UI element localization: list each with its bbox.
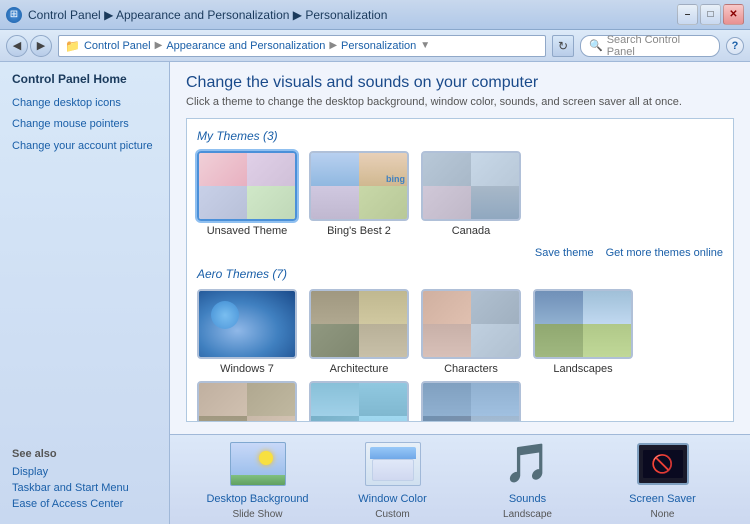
sidebar-account-picture[interactable]: Change your account picture [12, 139, 157, 154]
sidebar-mouse-pointers[interactable]: Change mouse pointers [12, 117, 157, 132]
content-area: Change the visuals and sounds on your co… [170, 62, 750, 524]
theme-thumb-canada[interactable] [421, 151, 521, 221]
bottom-sub-ss: None [651, 509, 675, 520]
sidebar-ease[interactable]: Ease of Access Center [12, 498, 157, 510]
search-icon: 🔍 [589, 39, 603, 52]
sounds-icon: 🎵 [498, 439, 558, 489]
no-circle-icon: 🚫 [651, 454, 673, 475]
theme-bings[interactable]: bing Bing's Best 2 [309, 151, 409, 237]
search-box[interactable]: 🔍 Search Control Panel [580, 35, 720, 57]
save-row: Save theme Get more themes online [197, 243, 723, 267]
theme-canada[interactable]: Canada [421, 151, 521, 237]
see-also-label: See also [12, 448, 157, 460]
theme-land[interactable]: Landscapes [533, 289, 633, 375]
themes-scroll-area: My Themes (3) Unsaved [186, 118, 734, 422]
refresh-button[interactable]: ↻ [552, 35, 574, 57]
help-button[interactable]: ? [726, 37, 744, 55]
themes-inner: My Themes (3) Unsaved [187, 119, 733, 421]
arrow1: ▶ [104, 8, 116, 22]
theme-thumb-chars[interactable] [421, 289, 521, 359]
get-more-link[interactable]: Get more themes online [606, 247, 723, 259]
bottom-label-wc[interactable]: Window Color [358, 493, 426, 505]
breadcrumb-ap: Appearance and Personalization [116, 8, 289, 22]
bottom-label-sounds[interactable]: Sounds [509, 493, 546, 505]
theme-label-bings: Bing's Best 2 [327, 225, 391, 237]
title-bar: ⊞ Control Panel ▶ Appearance and Persona… [0, 0, 750, 30]
theme-row2b[interactable] [309, 381, 409, 421]
theme-thumb-land[interactable] [533, 289, 633, 359]
window-icon: ⊞ [6, 7, 22, 23]
theme-arch[interactable]: Architecture [309, 289, 409, 375]
bottom-desktop-bg[interactable]: Desktop Background Slide Show [203, 439, 313, 520]
bottom-screen-saver[interactable]: 🚫 Screen Saver None [608, 439, 718, 520]
theme-thumb-row2c[interactable] [421, 381, 521, 421]
bottom-bar: Desktop Background Slide Show Window Col… [170, 434, 750, 524]
close-button[interactable]: ✕ [723, 4, 744, 25]
desktop-background-icon [228, 439, 288, 489]
theme-label-unsaved: Unsaved Theme [207, 225, 288, 237]
theme-label-land: Landscapes [553, 363, 612, 375]
theme-label-canada: Canada [452, 225, 491, 237]
theme-thumb-bings[interactable]: bing [309, 151, 409, 221]
title-bar-left: ⊞ Control Panel ▶ Appearance and Persona… [6, 7, 387, 23]
bottom-sounds[interactable]: 🎵 Sounds Landscape [473, 439, 583, 520]
main-layout: Control Panel Home Change desktop icons … [0, 62, 750, 524]
theme-thumb-unsaved[interactable] [197, 151, 297, 221]
content: Change the visuals and sounds on your co… [170, 62, 750, 434]
arrow2: ▶ [293, 8, 306, 22]
bottom-label-ss[interactable]: Screen Saver [629, 493, 696, 505]
window-color-icon [363, 439, 423, 489]
theme-thumb-win7[interactable] [197, 289, 297, 359]
theme-row2a[interactable] [197, 381, 297, 421]
breadcrumb-cp: Control Panel [28, 8, 101, 22]
address-cp[interactable]: Control Panel [84, 40, 151, 52]
address-box[interactable]: 📁 Control Panel ▶ Appearance and Persona… [58, 35, 546, 57]
address-pers[interactable]: Personalization [341, 40, 416, 52]
theme-thumb-row2a[interactable] [197, 381, 297, 421]
sidebar-home[interactable]: Control Panel Home [12, 72, 157, 86]
sidebar-desktop-icons[interactable]: Change desktop icons [12, 96, 157, 111]
title-text: Control Panel ▶ Appearance and Personali… [28, 8, 387, 22]
theme-thumb-row2b[interactable] [309, 381, 409, 421]
bottom-sub-wc: Custom [375, 509, 409, 520]
nav-buttons: ◀ ▶ [6, 35, 52, 57]
maximize-button[interactable]: □ [700, 4, 721, 25]
theme-label-win7: Windows 7 [220, 363, 274, 375]
sidebar-display[interactable]: Display [12, 466, 157, 478]
page-title: Change the visuals and sounds on your co… [186, 74, 734, 92]
aero-themes-row2 [197, 381, 723, 421]
my-themes-label: My Themes (3) [197, 129, 723, 143]
forward-button[interactable]: ▶ [30, 35, 52, 57]
screen-saver-icon: 🚫 [633, 439, 693, 489]
address-ap[interactable]: Appearance and Personalization [166, 40, 325, 52]
folder-icon: 📁 [65, 39, 80, 53]
theme-chars[interactable]: Characters [421, 289, 521, 375]
music-notes-icon: 🎵 [504, 442, 551, 486]
theme-row2c[interactable] [421, 381, 521, 421]
address-bar: ◀ ▶ 📁 Control Panel ▶ Appearance and Per… [0, 30, 750, 62]
theme-label-chars: Characters [444, 363, 498, 375]
sidebar: Control Panel Home Change desktop icons … [0, 62, 170, 524]
bottom-sub-sounds: Landscape [503, 509, 552, 520]
my-themes-grid: Unsaved Theme bing [197, 151, 723, 237]
save-theme-link[interactable]: Save theme [535, 247, 594, 259]
title-buttons: – □ ✕ [677, 4, 744, 25]
sidebar-divider [12, 160, 157, 448]
page-subtitle: Click a theme to change the desktop back… [186, 96, 734, 108]
search-placeholder: Search Control Panel [607, 34, 711, 58]
back-button[interactable]: ◀ [6, 35, 28, 57]
theme-win7[interactable]: Windows 7 [197, 289, 297, 375]
aero-themes-label: Aero Themes (7) [197, 267, 723, 281]
bottom-label-db[interactable]: Desktop Background [206, 493, 308, 505]
theme-unsaved[interactable]: Unsaved Theme [197, 151, 297, 237]
sidebar-taskbar[interactable]: Taskbar and Start Menu [12, 482, 157, 494]
theme-label-arch: Architecture [330, 363, 389, 375]
minimize-button[interactable]: – [677, 4, 698, 25]
aero-themes-grid: Windows 7 Architect [197, 289, 723, 375]
theme-thumb-arch[interactable] [309, 289, 409, 359]
bottom-sub-db: Slide Show [232, 509, 282, 520]
bottom-window-color[interactable]: Window Color Custom [338, 439, 448, 520]
breadcrumb-pers: Personalization [305, 8, 387, 22]
